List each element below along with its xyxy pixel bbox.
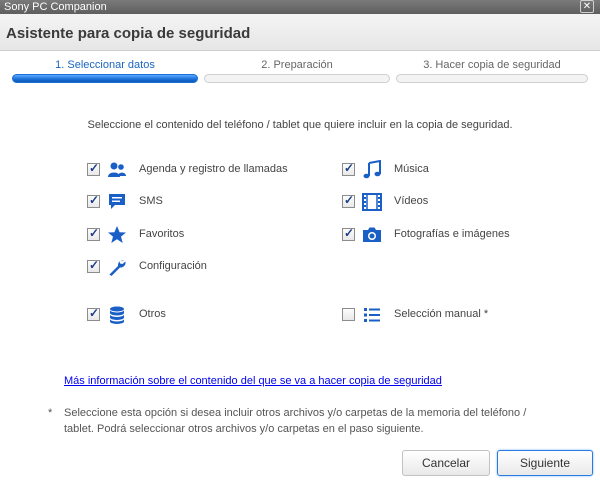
music-note-icon (363, 160, 381, 179)
checkbox[interactable]: ✓ (342, 193, 355, 208)
option-label: Música (394, 163, 429, 175)
option-label: Otros (139, 308, 166, 320)
option-label: Configuración (139, 260, 207, 272)
close-button[interactable]: ✕ (580, 0, 594, 13)
cancel-button[interactable]: Cancelar (402, 450, 490, 476)
checkbox[interactable]: ✓ (87, 226, 100, 241)
footnote-text: Seleccione esta opción si desea incluir … (64, 407, 527, 435)
step-progress-bar (396, 74, 588, 83)
more-info-link[interactable]: Más información sobre el contenido del q… (64, 375, 442, 387)
checkbox[interactable]: ✓ (342, 161, 355, 176)
step-backup: 3. Hacer copia de seguridad (396, 57, 588, 87)
window-titlebar: Sony PC Companion ✕ (0, 0, 600, 14)
wizard-steps: 1. Seleccionar datos 2. Preparación 3. H… (0, 57, 600, 87)
option-label: Agenda y registro de llamadas (139, 163, 288, 175)
option-label: Vídeos (394, 195, 429, 207)
check-mark-icon: ✓ (89, 161, 100, 175)
step-preparation: 2. Preparación (204, 57, 390, 87)
check-mark-icon: ✓ (344, 161, 355, 175)
camera-icon (363, 227, 381, 242)
contacts-icon (108, 162, 126, 177)
checkbox[interactable]: ✓ (342, 226, 355, 241)
step-label: 3. Hacer copia de seguridad (423, 59, 561, 71)
option-label: SMS (139, 195, 163, 207)
database-icon (110, 306, 124, 324)
step-progress-bar (12, 74, 198, 83)
step-label: 2. Preparación (261, 59, 333, 71)
instructions-text: Seleccione el contenido del teléfono / t… (87, 119, 513, 131)
star-icon (108, 226, 126, 243)
checkbox[interactable]: ✓ (87, 161, 100, 176)
check-mark-icon: ✓ (89, 306, 100, 320)
next-button[interactable]: Siguiente (497, 450, 593, 476)
list-icon (364, 308, 380, 322)
checkbox[interactable]: ✓ (87, 193, 100, 208)
check-mark-icon: ✓ (89, 258, 100, 272)
check-mark-icon: ✓ (344, 226, 355, 240)
close-icon: ✕ (582, 1, 592, 12)
option-label: Favoritos (139, 228, 185, 240)
film-icon (362, 193, 382, 211)
check-mark-icon: ✓ (344, 193, 355, 207)
wizard-title: Asistente para copia de seguridad (6, 25, 251, 42)
window-title: Sony PC Companion (4, 1, 107, 13)
option-label: Fotografías e imágenes (394, 228, 510, 240)
step-progress-bar (204, 74, 390, 83)
step-label: 1. Seleccionar datos (55, 59, 155, 71)
checkbox[interactable]: ✓ (87, 258, 100, 273)
message-icon (109, 194, 125, 209)
wrench-icon (109, 260, 126, 276)
checkbox[interactable] (342, 308, 355, 321)
wizard-header: Asistente para copia de seguridad (0, 14, 600, 51)
step-select-data: 1. Seleccionar datos (12, 57, 198, 87)
footnote-marker: * (48, 407, 53, 419)
check-mark-icon: ✓ (89, 226, 100, 240)
check-mark-icon: ✓ (89, 193, 100, 207)
option-label: Selección manual * (394, 308, 489, 320)
checkbox[interactable]: ✓ (87, 306, 100, 321)
